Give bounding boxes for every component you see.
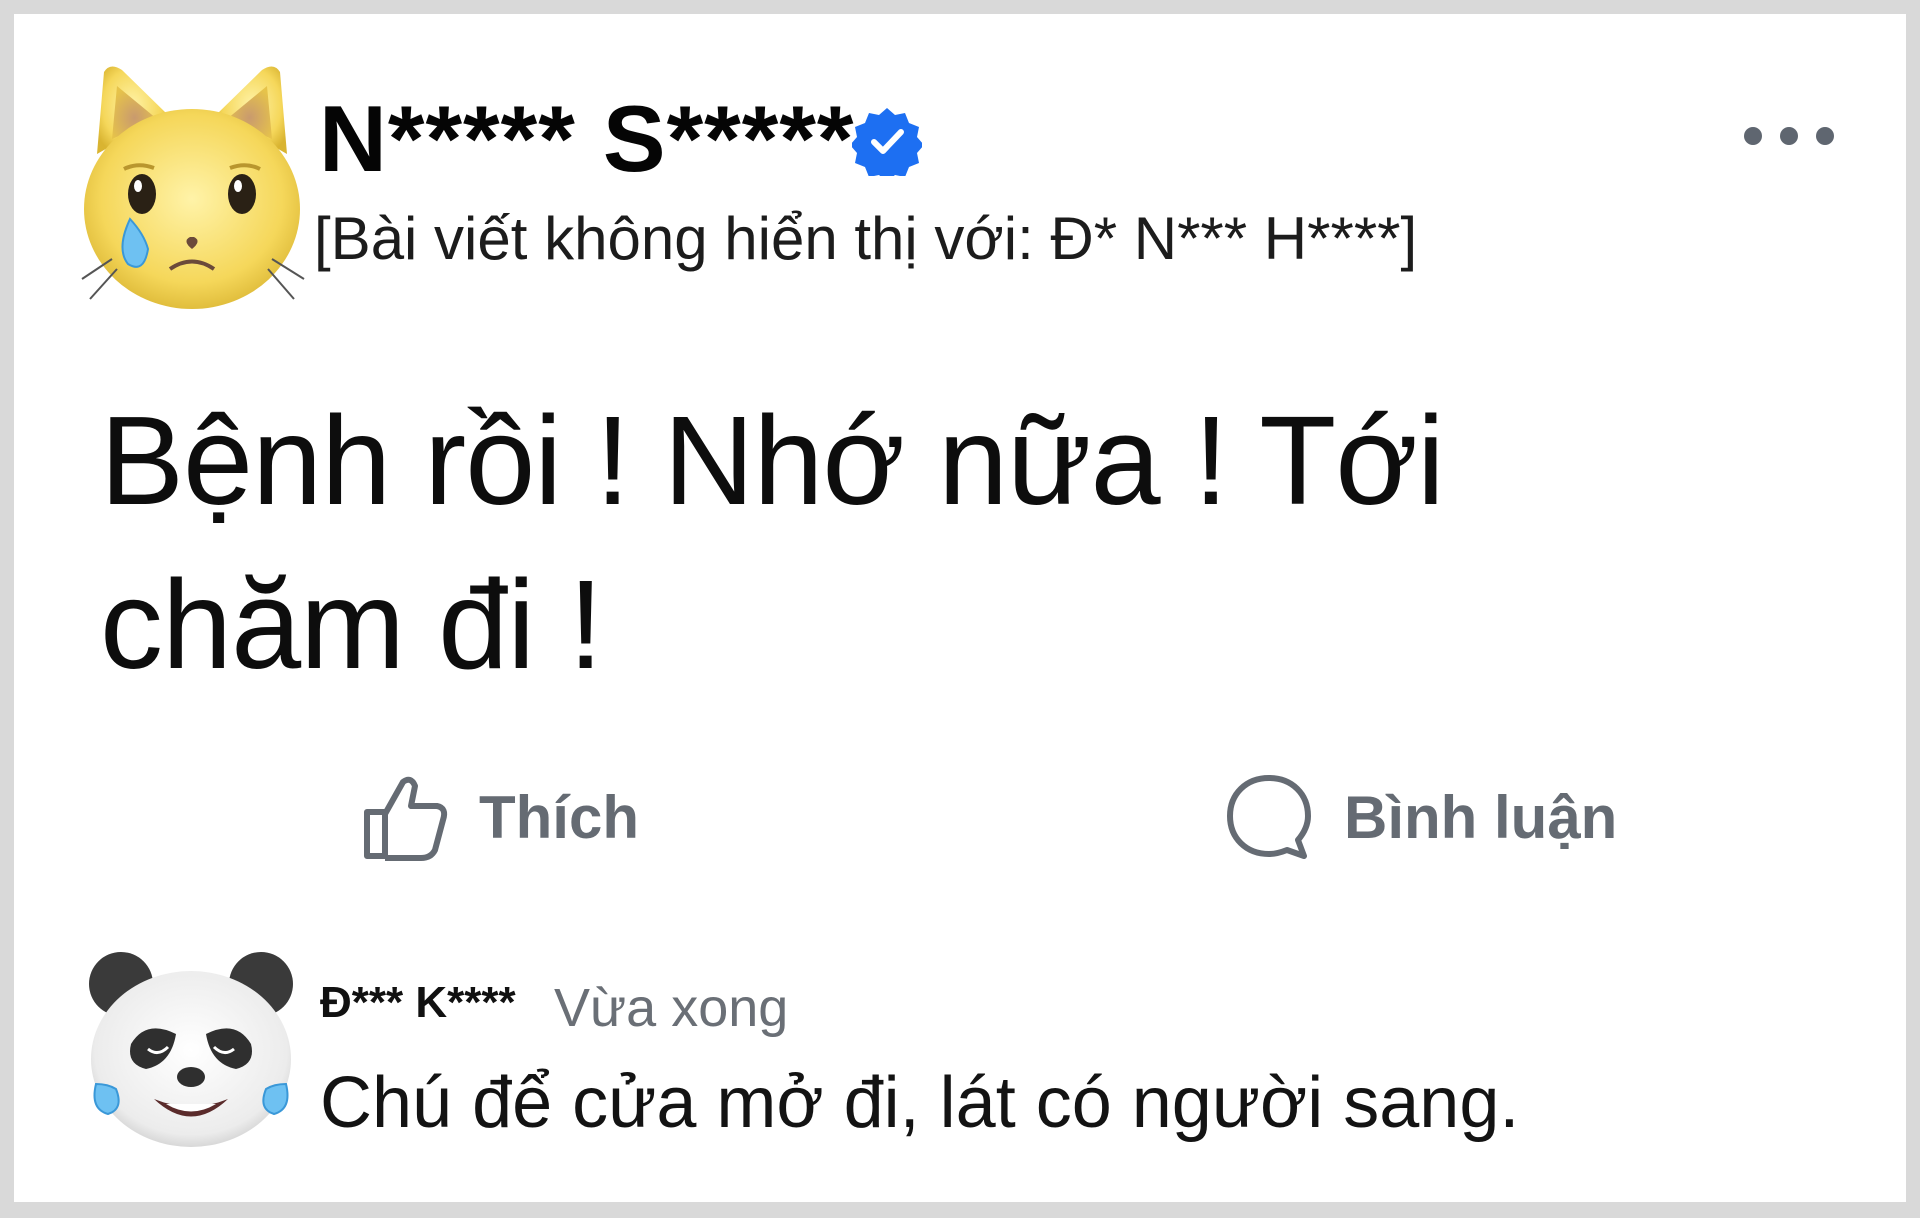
- comment-timestamp: Vừa xong: [554, 978, 789, 1038]
- verified-badge-icon: [852, 108, 922, 176]
- thumbs-up-icon: [364, 776, 448, 861]
- audience-restriction-note: [Bài viết không hiển thị với: Đ* N*** H*…: [314, 205, 1418, 272]
- crying-cat-avatar-icon[interactable]: [72, 44, 312, 324]
- post-body-line: Bệnh rồi ! Nhớ nữa ! Tới: [100, 390, 1445, 531]
- comment-label: Bình luận: [1344, 783, 1618, 851]
- post-card: N***** S***** [Bài viết không hiển thị v…: [14, 14, 1906, 1202]
- comment-bubble-icon: [1227, 775, 1311, 859]
- more-dot-icon: [1744, 127, 1762, 145]
- like-button[interactable]: Thích: [359, 772, 639, 862]
- more-options-button[interactable]: [1744, 116, 1834, 156]
- comment-button[interactable]: Bình luận: [1224, 772, 1617, 862]
- comment-author-name[interactable]: Đ*** K****: [320, 978, 516, 1028]
- like-label: Thích: [479, 783, 639, 851]
- post-body-text: Bệnh rồi ! Nhớ nữa ! Tới chăm đi !: [100, 379, 1600, 707]
- more-dot-icon: [1780, 127, 1798, 145]
- crying-panda-avatar-icon[interactable]: [76, 949, 306, 1149]
- more-dot-icon: [1816, 127, 1834, 145]
- post-author-name[interactable]: N***** S*****: [319, 92, 855, 186]
- post-body-line: chăm đi !: [100, 554, 603, 695]
- comment-text: Chú để cửa mở đi, lát có người sang.: [320, 1063, 1520, 1143]
